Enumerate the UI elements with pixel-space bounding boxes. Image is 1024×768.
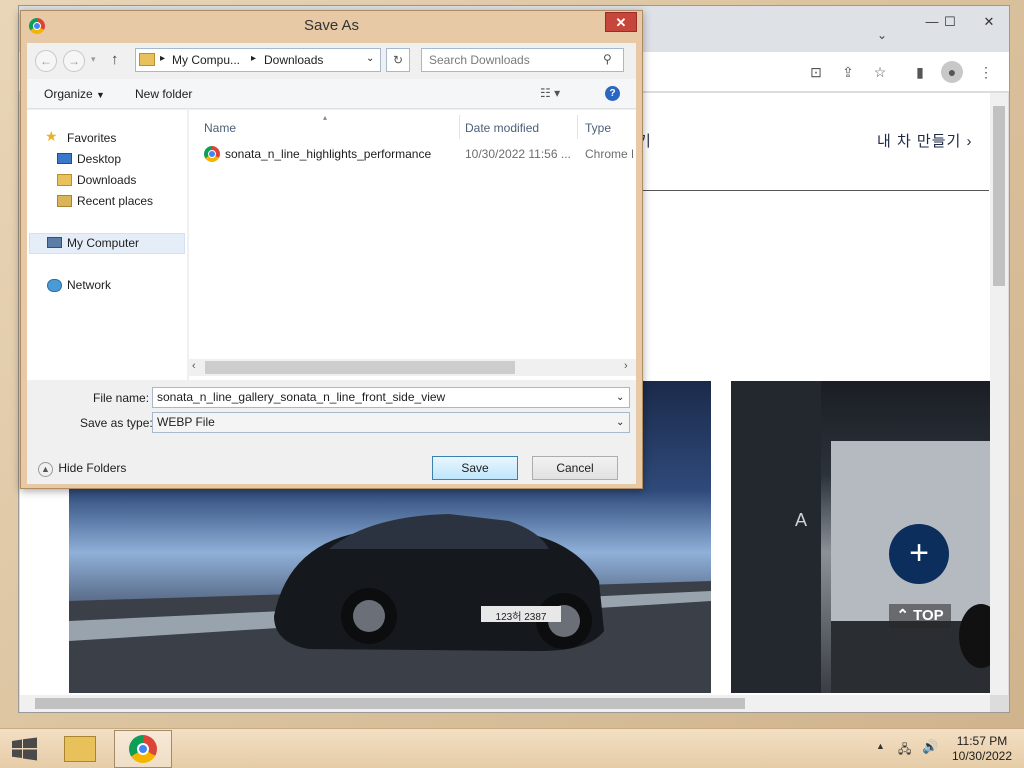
scroll-thumb[interactable] xyxy=(205,361,515,374)
chrome-taskbar-button[interactable] xyxy=(114,730,172,768)
dialog-body: ← → ▾ ↑ ▸ My Compu... ▸ Downloads ⌄ ↻ Se… xyxy=(27,43,636,484)
arrow-left-icon: ← xyxy=(40,54,52,68)
column-type[interactable]: Type xyxy=(585,121,611,135)
file-horizontal-scrollbar[interactable]: ‹ › xyxy=(189,359,636,376)
chevron-up-icon: ▲ xyxy=(38,462,53,477)
tab-dropdown-icon[interactable]: ⌄ xyxy=(877,28,887,42)
refresh-button[interactable]: ↻ xyxy=(386,48,410,72)
network-tray-icon[interactable]: 🖧 xyxy=(898,740,911,761)
maximize-icon[interactable]: ☐ xyxy=(935,12,965,32)
translate-icon[interactable]: ⊡ xyxy=(805,61,827,83)
view-options-icon[interactable]: ☷ ▾ xyxy=(540,86,560,100)
scroll-left-icon[interactable]: ‹ xyxy=(192,360,196,372)
breadcrumb[interactable]: ▸ My Compu... ▸ Downloads ⌄ xyxy=(135,48,381,72)
column-name[interactable]: Name xyxy=(204,121,236,135)
start-button[interactable] xyxy=(11,737,39,761)
close-icon: ✕ xyxy=(615,15,627,30)
breadcrumb-item[interactable]: Downloads xyxy=(264,53,323,67)
dialog-close-button[interactable]: ✕ xyxy=(605,12,637,32)
save-as-dialog: Save As ✕ ← → ▾ ↑ ▸ My Compu... ▸ Downlo… xyxy=(20,10,643,489)
clock[interactable]: 11:57 PM 10/30/2022 xyxy=(944,734,1020,764)
file-name-label: File name: xyxy=(93,391,150,405)
column-divider xyxy=(459,115,460,139)
windows-logo-icon xyxy=(12,737,37,761)
sidebar-item-desktop[interactable]: Desktop xyxy=(77,149,121,169)
column-date-modified[interactable]: Date modified xyxy=(465,121,539,135)
dialog-title: Save As xyxy=(303,17,360,34)
search-input[interactable]: Search Downloads ⚲ xyxy=(421,48,624,72)
sort-indicator-icon: ▴ xyxy=(323,113,328,122)
close-icon[interactable]: ✕ xyxy=(974,12,1004,32)
clock-date: 10/30/2022 xyxy=(951,749,1013,763)
recent-locations-icon[interactable]: ▾ xyxy=(91,54,96,65)
save-button[interactable]: Save xyxy=(432,456,518,480)
build-my-car-link[interactable]: 내 차 만들기 › xyxy=(877,130,973,151)
hide-folders-button[interactable]: ▲ Hide Folders xyxy=(38,461,126,477)
file-date-cell: 10/30/2022 11:56 ... xyxy=(465,147,571,161)
sidebar-item-recent-places[interactable]: Recent places xyxy=(77,191,153,211)
file-name-cell: sonata_n_line_highlights_performance xyxy=(225,147,432,161)
network-icon xyxy=(47,279,62,292)
save-as-type-select[interactable]: WEBP File ⌄ xyxy=(152,412,630,433)
help-icon[interactable]: ? xyxy=(605,86,620,101)
svg-text:A: A xyxy=(795,510,807,530)
table-row[interactable]: sonata_n_line_highlights_performance 10/… xyxy=(201,143,636,165)
file-type-cell: Chrome H xyxy=(585,147,633,161)
license-plate: 123허 2387 xyxy=(495,612,547,623)
clock-time: 11:57 PM xyxy=(956,734,1008,748)
plus-icon: + xyxy=(909,534,929,572)
sidebar-item-downloads[interactable]: Downloads xyxy=(77,170,136,190)
search-icon: ⚲ xyxy=(603,52,612,66)
up-folder-button[interactable]: ↑ xyxy=(111,51,119,68)
dialog-toolbar: Organize ▼ New folder ☷ ▾ ? xyxy=(27,79,636,109)
plus-button[interactable]: + xyxy=(889,524,949,584)
chevron-down-icon[interactable]: ⌄ xyxy=(366,53,374,64)
sidebar-item-favorites[interactable]: Favorites xyxy=(67,128,116,148)
share-icon[interactable]: ⇪ xyxy=(837,61,859,83)
divider xyxy=(639,190,989,191)
search-placeholder: Search Downloads xyxy=(429,53,530,67)
horizontal-scroll-thumb[interactable] xyxy=(35,698,745,709)
sidebar-item-my-computer[interactable]: My Computer xyxy=(67,233,139,253)
vertical-scroll-thumb[interactable] xyxy=(993,106,1005,286)
downloads-icon xyxy=(57,174,72,186)
new-folder-button[interactable]: New folder xyxy=(135,87,192,101)
chevron-down-icon: ▼ xyxy=(96,90,105,100)
forward-button[interactable]: → xyxy=(63,50,85,72)
save-as-type-label: Save as type: xyxy=(80,416,153,430)
scroll-top-button[interactable]: ⌃ TOP xyxy=(889,604,951,628)
profile-avatar-icon[interactable]: ● xyxy=(941,61,963,83)
chrome-logo-icon xyxy=(129,735,157,763)
chevron-right-icon: ▸ xyxy=(251,53,257,64)
arrow-up-icon: ↑ xyxy=(111,51,119,68)
file-name-field[interactable]: sonata_n_line_gallery_sonata_n_line_fron… xyxy=(152,387,630,408)
back-button[interactable]: ← xyxy=(35,50,57,72)
taskbar: ▲ 🖧 🔊 11:57 PM 10/30/2022 xyxy=(0,728,1024,768)
file-explorer-taskbar-icon[interactable] xyxy=(64,736,96,762)
recent-places-icon xyxy=(57,195,72,207)
chrome-file-icon xyxy=(204,146,220,162)
organize-menu[interactable]: Organize ▼ xyxy=(44,87,105,101)
refresh-icon: ↻ xyxy=(392,53,404,67)
cancel-button[interactable]: Cancel xyxy=(532,456,618,480)
chevron-right-icon: › xyxy=(966,133,973,150)
tray-expand-icon[interactable]: ▲ xyxy=(876,741,885,751)
side-panel-icon[interactable]: ▮ xyxy=(909,61,931,83)
sidebar-item-network[interactable]: Network xyxy=(67,275,111,295)
folder-icon xyxy=(139,53,155,66)
car-image-garage[interactable]: A xyxy=(731,381,990,693)
arrow-right-icon: → xyxy=(68,54,80,68)
chevron-right-icon: ▸ xyxy=(160,53,166,64)
computer-icon xyxy=(47,237,62,248)
chevron-down-icon[interactable]: ⌄ xyxy=(616,388,624,407)
chevron-down-icon[interactable]: ⌄ xyxy=(616,413,624,432)
breadcrumb-item[interactable]: My Compu... xyxy=(172,53,240,67)
desktop-icon xyxy=(57,153,72,164)
favorites-star-icon: ★ xyxy=(45,128,58,144)
column-divider xyxy=(577,115,578,139)
volume-icon[interactable]: 🔊 xyxy=(922,739,938,755)
menu-kebab-icon[interactable]: ⋮ xyxy=(975,61,997,83)
scroll-right-icon[interactable]: › xyxy=(624,360,628,372)
bookmark-star-icon[interactable]: ☆ xyxy=(869,61,891,83)
